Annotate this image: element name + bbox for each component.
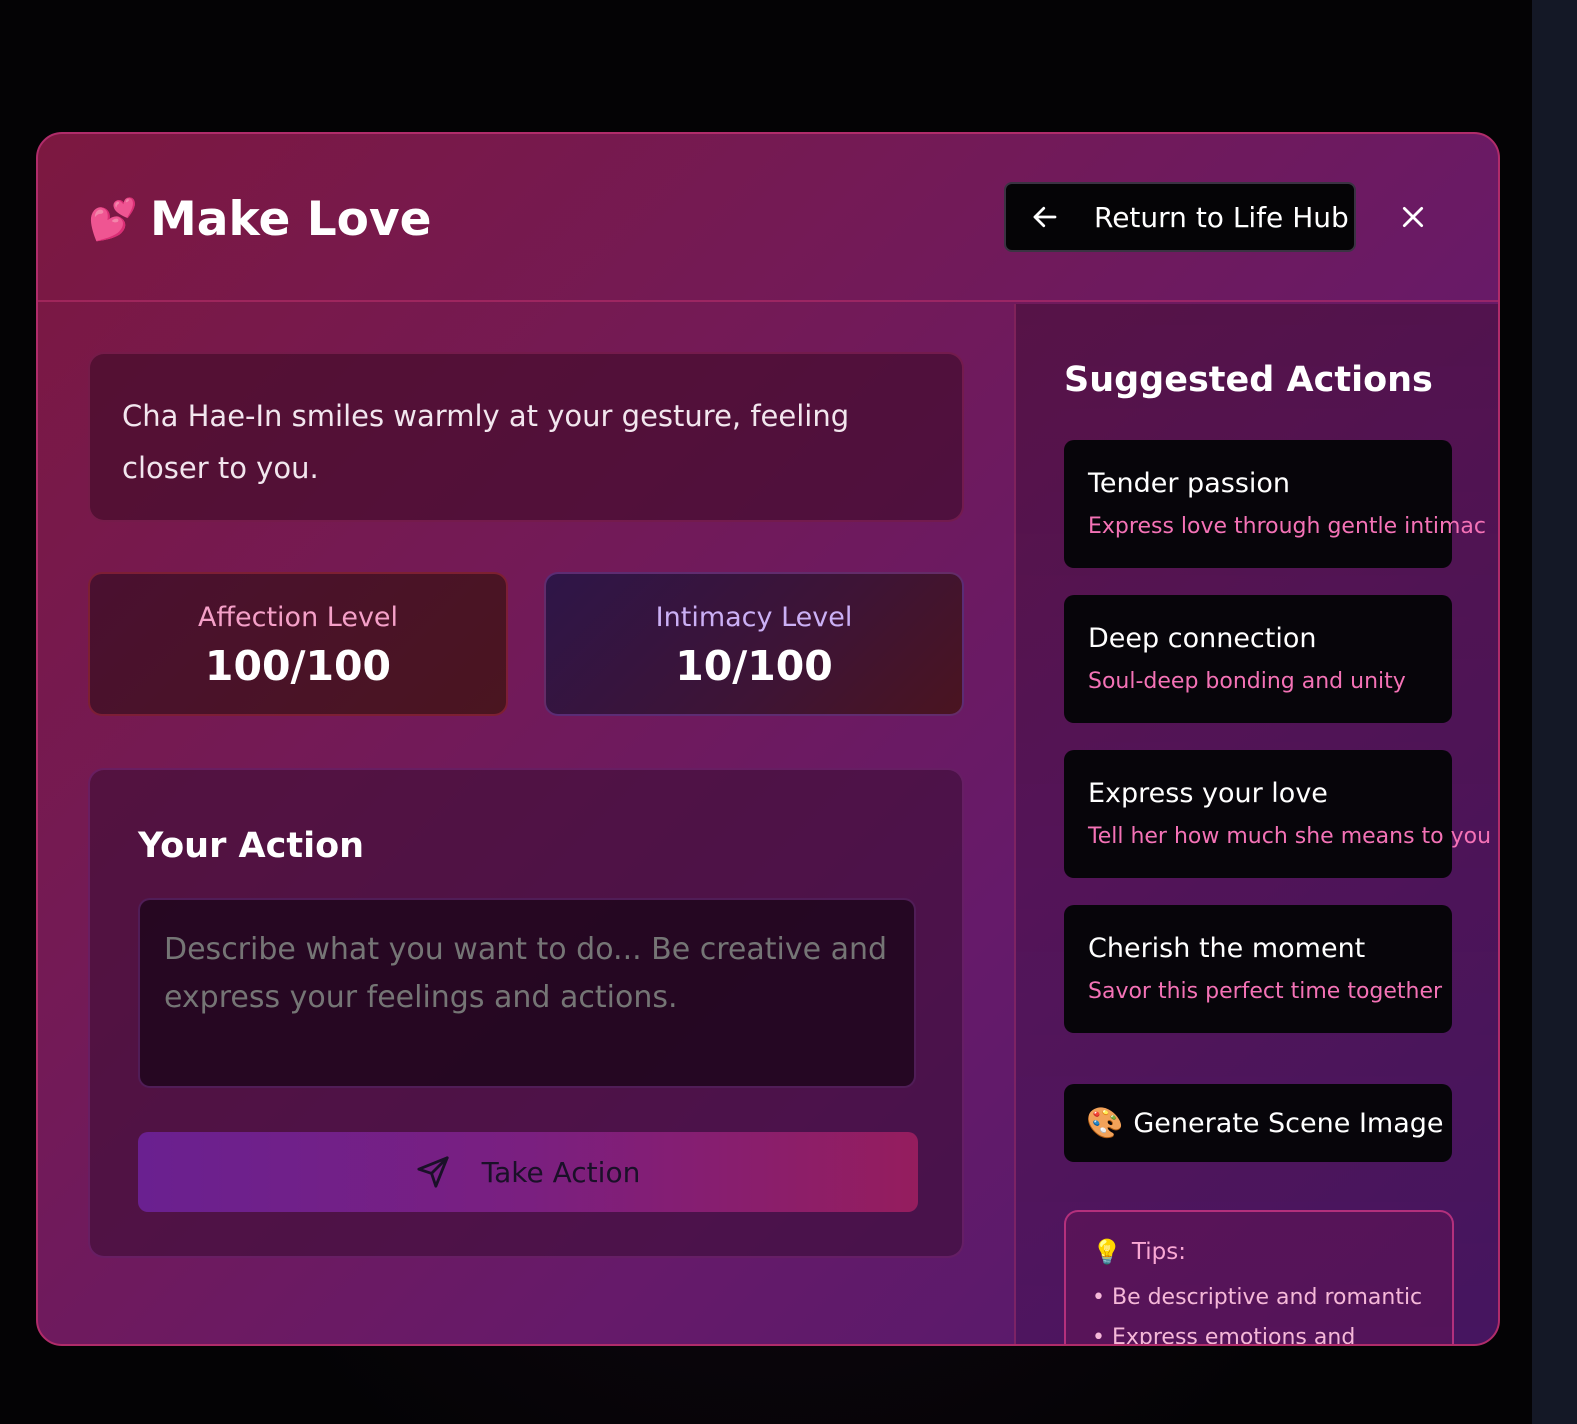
return-to-life-hub-button[interactable]: Return to Life Hub <box>1004 182 1356 252</box>
arrow-left-icon <box>1033 206 1057 228</box>
generate-scene-image-label: Generate Scene Image <box>1133 1107 1444 1139</box>
suggestion-cherish-the-moment[interactable]: Cherish the moment Savor this perfect ti… <box>1064 905 1452 1033</box>
suggestion-deep-connection[interactable]: Deep connection Soul-deep bonding and un… <box>1064 595 1452 723</box>
close-button[interactable] <box>1394 196 1432 238</box>
send-icon <box>417 1156 449 1188</box>
suggestions-pane: Suggested Actions Tender passion Express… <box>1014 304 1498 1346</box>
suggestion-description: Tell her how much she means to you <box>1088 824 1492 849</box>
tips-heading-label: Tips: <box>1131 1239 1186 1265</box>
return-button-label: Return to Life Hub <box>1094 200 1349 234</box>
hearts-icon: 💕 <box>88 197 138 243</box>
suggestion-title: Cherish the moment <box>1088 933 1366 964</box>
intimacy-level-card: Intimacy Level 10/100 <box>544 572 964 716</box>
suggestion-description: Soul-deep bonding and unity <box>1088 669 1406 694</box>
suggestion-tender-passion[interactable]: Tender passion Express love through gent… <box>1064 440 1486 568</box>
intimacy-level-value: 10/100 <box>675 642 833 690</box>
suggestion-description: Express love through gentle intimac <box>1088 514 1486 539</box>
generate-scene-image-button[interactable]: 🎨 Generate Scene Image <box>1064 1084 1452 1162</box>
interaction-pane: Cha Hae-In smiles warmly at your gesture… <box>38 304 1014 1344</box>
affection-level-value: 100/100 <box>204 642 392 690</box>
narrative-text: Cha Hae-In smiles warmly at your gesture… <box>122 399 850 485</box>
suggested-actions-title: Suggested Actions <box>1064 360 1433 400</box>
modal-title: Make Love <box>150 192 432 247</box>
take-action-button[interactable]: Take Action <box>138 1132 918 1212</box>
action-input[interactable] <box>138 898 916 1088</box>
tip-item: • Express emotions and <box>1092 1325 1356 1346</box>
your-action-panel: Your Action Take Action <box>88 768 964 1258</box>
tips-box: 💡 Tips: • Be descriptive and romantic • … <box>1064 1210 1454 1346</box>
affection-level-label: Affection Level <box>197 602 399 633</box>
lightbulb-icon: 💡 <box>1092 1238 1122 1266</box>
suggestion-express-your-love[interactable]: Express your love Tell her how much she … <box>1064 750 1491 878</box>
intimacy-level-label: Intimacy Level <box>655 602 853 633</box>
suggestion-title: Tender passion <box>1088 468 1291 499</box>
modal-header: 💕 Make Love Return to Life Hub <box>38 134 1498 302</box>
tips-heading: 💡 Tips: <box>1092 1232 1186 1272</box>
suggestion-title: Deep connection <box>1088 623 1317 654</box>
narrative-box: Cha Hae-In smiles warmly at your gesture… <box>88 352 964 522</box>
tip-item: • Be descriptive and romantic <box>1092 1285 1423 1310</box>
suggestion-title: Express your love <box>1088 778 1328 809</box>
take-action-label: Take Action <box>481 1155 641 1189</box>
suggestion-description: Savor this perfect time together <box>1088 979 1443 1004</box>
affection-level-card: Affection Level 100/100 <box>88 572 508 716</box>
your-action-title: Your Action <box>138 826 365 866</box>
background-app-edge <box>1532 0 1577 1424</box>
palette-icon: 🎨 <box>1086 1105 1124 1141</box>
make-love-modal: 💕 Make Love Return to Life Hub Cha Hae-I… <box>36 132 1500 1346</box>
close-icon <box>1402 206 1424 228</box>
